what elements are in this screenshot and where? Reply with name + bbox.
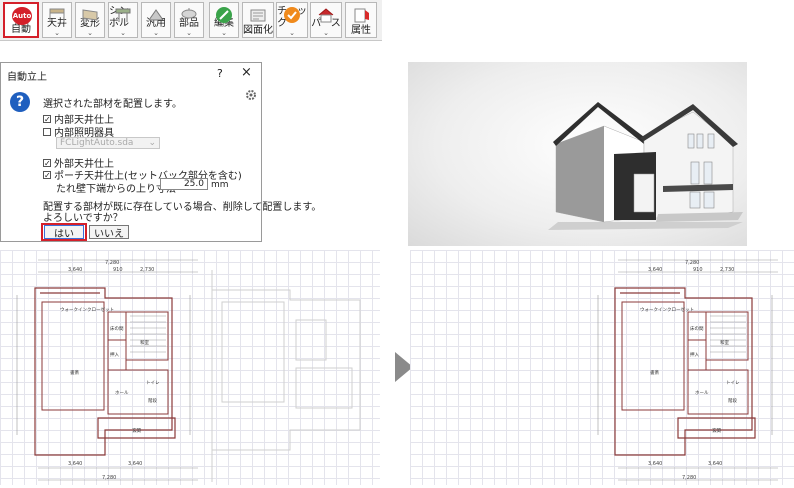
question-icon: ?	[10, 92, 30, 112]
auto-raise-dialog: 自動立上 ? × ? 選択された部材を配置します。 ✓ 内部天井仕上 内部照明器具…	[0, 62, 321, 242]
dim-top-2: 910	[693, 267, 703, 273]
chevron-down-icon: ⌄	[153, 29, 159, 37]
auto-label: 自動	[11, 24, 31, 35]
attribute-button[interactable]: 属性	[345, 2, 377, 38]
help-button[interactable]: ?	[217, 67, 223, 80]
chevron-down-icon: ⌄	[289, 29, 295, 37]
dim-bottom-total: 7,280	[682, 475, 696, 481]
dim-top-1: 3,640	[648, 267, 662, 273]
room-stairs: 階段	[148, 397, 157, 404]
dialog-title: 自動立上	[7, 72, 47, 83]
dim-bottom-1: 3,640	[68, 461, 82, 467]
dim-top-2: 910	[113, 267, 123, 273]
ceiling-icon	[49, 8, 65, 22]
auto-icon: Auto	[12, 7, 32, 25]
yes-button[interactable]: はい	[44, 225, 84, 240]
lighting-file-value: FCLightAuto.sda	[60, 138, 134, 148]
checkbox-checked[interactable]: ✓	[43, 170, 51, 179]
wrench-icon	[216, 7, 232, 23]
dim-bottom-2: 3,640	[128, 461, 142, 467]
ceiling-button[interactable]: 天井 ⌄	[42, 2, 72, 38]
check-icon	[284, 7, 300, 23]
dim-bottom-1: 3,640	[648, 461, 662, 467]
lighting-file-select[interactable]: FCLightAuto.sda ⌄	[56, 137, 160, 149]
house-render	[408, 62, 747, 246]
dim-top-3: 2,730	[140, 267, 154, 273]
no-button[interactable]: いいえ	[89, 225, 129, 240]
room-entrance: 玄関	[132, 427, 141, 434]
room-oshiire: 押入	[690, 351, 699, 358]
room-walk-in: ウォークインクローゼット	[640, 306, 694, 313]
checkbox-checked[interactable]: ✓	[43, 114, 51, 123]
plan-drawing: 7,280 3,640 910 2,730 3,640 3,640 7,280 …	[16, 259, 361, 482]
toolbar: Auto 自動 天井⌄ 変形⌄ シンボル⌄ 汎用⌄ 部品⌄ 編集⌄ 図面化 チェ…	[0, 0, 382, 41]
chevron-down-icon: ⌄	[186, 29, 192, 37]
symbol-icon	[115, 8, 131, 22]
dim-bottom-2: 3,640	[708, 461, 722, 467]
dialog-message: 選択された部材を配置します。	[43, 99, 182, 110]
house-icon	[318, 8, 334, 23]
dim-top-total: 7,280	[685, 260, 699, 266]
floor-plan-after: 7,280 3,640 910 2,730 3,640 3,640 7,280 …	[410, 250, 794, 485]
room-main: 書斎	[70, 369, 79, 376]
checkbox-checked[interactable]: ✓	[43, 158, 51, 167]
room-toilet: トイレ	[146, 381, 160, 386]
deform-button[interactable]: 変形 ⌄	[75, 2, 105, 38]
parts-button[interactable]: 部品 ⌄	[174, 2, 204, 38]
sag-input[interactable]: 25.0	[160, 178, 208, 190]
close-button[interactable]: ×	[241, 65, 252, 80]
room-entrance: 玄関	[712, 427, 721, 434]
chevron-down-icon: ⌄	[54, 29, 60, 37]
room-oshiire: 押入	[110, 351, 119, 358]
chevron-down-icon: ⌄	[120, 29, 126, 37]
room-washitsu: 和室	[720, 339, 729, 346]
drawing-icon	[250, 9, 266, 22]
house-3d-image	[548, 102, 743, 230]
sag-unit: mm	[211, 180, 229, 190]
gear-icon[interactable]	[245, 89, 257, 101]
edit-button[interactable]: 編集 ⌄	[209, 2, 239, 38]
plan-drawing-after: 7,280 3,640 910 2,730 3,640 3,640 7,280 …	[597, 259, 778, 481]
deform-icon	[82, 9, 98, 21]
confirm-line-2: よろしいですか？	[43, 213, 123, 224]
lamp-icon	[181, 8, 197, 19]
drawing-label: 図面化	[243, 25, 273, 36]
chevron-down-icon: ⌄	[323, 29, 329, 37]
attribute-icon	[354, 8, 369, 23]
auto-button[interactable]: Auto 自動	[3, 2, 39, 38]
general-button[interactable]: 汎用 ⌄	[141, 2, 171, 38]
room-walk-in: ウォークインクローゼット	[60, 306, 114, 313]
room-closet: 床の間	[690, 325, 704, 332]
room-hall: ホール	[695, 390, 709, 396]
perspective-button[interactable]: パース ⌄	[310, 2, 342, 38]
room-hall: ホール	[115, 390, 129, 396]
room-closet: 床の間	[110, 325, 124, 332]
chevron-down-icon: ⌄	[221, 29, 227, 37]
general-icon	[148, 9, 164, 21]
dim-bottom-total: 7,280	[102, 475, 116, 481]
floor-plan-before: 7,280 3,640 910 2,730 3,640 3,640 7,280 …	[0, 250, 380, 485]
chevron-down-icon: ⌄	[148, 138, 156, 148]
room-toilet: トイレ	[726, 381, 740, 386]
check-button[interactable]: チェック⌄	[276, 2, 308, 38]
room-stairs: 階段	[728, 397, 737, 404]
checkbox-unchecked[interactable]	[43, 127, 51, 136]
dim-top-1: 3,640	[68, 267, 82, 273]
dim-top-total: 7,280	[105, 260, 119, 266]
dim-top-3: 2,730	[720, 267, 734, 273]
chevron-down-icon: ⌄	[87, 29, 93, 37]
symbol-button[interactable]: シンボル⌄	[108, 2, 138, 38]
sag-label: たれ壁下端からの上り寸法	[56, 184, 176, 195]
attribute-label: 属性	[351, 25, 371, 36]
room-main: 書斎	[650, 369, 659, 376]
drawing-button[interactable]: 図面化	[242, 2, 274, 38]
room-washitsu: 和室	[140, 339, 149, 346]
